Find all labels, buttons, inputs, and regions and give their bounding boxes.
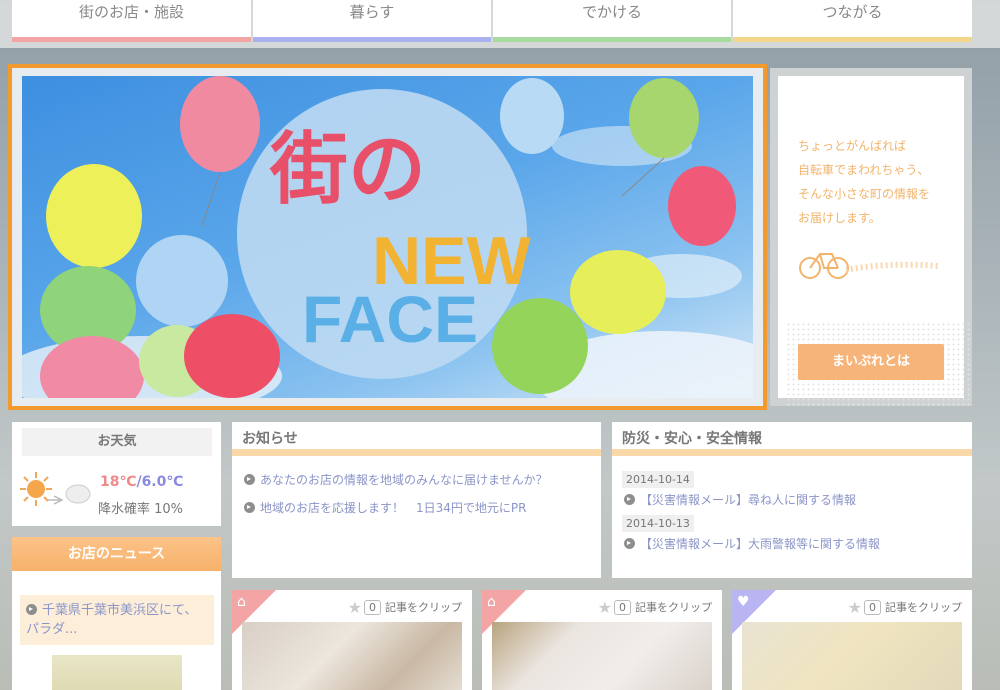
balloon-blue-top (500, 78, 564, 154)
entry-date: 2014-10-13 (622, 515, 694, 532)
clip-control[interactable]: ★ 0 記事をクリップ (848, 598, 962, 617)
notice-title: お知らせ (232, 422, 601, 456)
arrow-bullet-icon (624, 494, 635, 505)
weather-panel: お天気 18℃/6.0℃ 降水確率 10% (12, 422, 221, 526)
clip-control[interactable]: ★ 0 記事をクリップ (598, 598, 712, 617)
clip-label[interactable]: 記事をクリップ (885, 601, 962, 614)
bicycle-icon (799, 253, 938, 279)
hero-image[interactable]: 街の NEW FACE (22, 76, 753, 398)
tab-living[interactable]: 暮らす (253, 0, 491, 42)
balloon-red-bottom (184, 314, 280, 398)
shop-news-item[interactable]: 千葉県千葉市美浜区にて、パラダ... (20, 595, 214, 645)
star-icon[interactable]: ★ (598, 598, 612, 617)
balloon-pink-right (668, 166, 736, 246)
arrow-bullet-icon (244, 502, 255, 513)
clip-label[interactable]: 記事をクリップ (385, 601, 462, 614)
article-image[interactable] (242, 622, 462, 690)
rain-probability: 降水確率 10% (98, 502, 184, 517)
temp-low: 6.0℃ (141, 474, 184, 490)
hero-title-kanji: 街の (269, 125, 426, 215)
list-item[interactable]: 地域のお店を応援します！ 1日34円で地元にPR (244, 494, 589, 522)
safety-title: 防災・安心・安全情報 (612, 422, 972, 456)
balloon-blue-left (136, 235, 228, 327)
safety-info-panel: 防災・安心・安全情報 2014-10-14 【災害情報メール】尋ね人に関する情報… (612, 422, 972, 578)
entry-date: 2014-10-14 (622, 471, 694, 488)
shop-news-thumbnail[interactable] (52, 655, 182, 690)
clip-label[interactable]: 記事をクリップ (635, 601, 712, 614)
arrow-bullet-icon (244, 474, 255, 485)
house-icon: ⌂ (487, 594, 496, 610)
sunny-cloudy-icon (20, 472, 91, 506)
star-icon[interactable]: ★ (348, 598, 362, 617)
arrow-bullet-icon (624, 538, 635, 549)
clip-count: 0 (864, 600, 881, 615)
weather-title: お天気 (22, 428, 212, 456)
shop-news-title: お店のニュース (12, 537, 221, 571)
tab-shops-facilities[interactable]: 街のお店・施設 (12, 0, 251, 42)
hero-banner[interactable]: 街の NEW FACE (8, 64, 767, 410)
heart-icon: ♥ (737, 594, 750, 610)
article-card[interactable]: ⌂ ★ 0 記事をクリップ (232, 590, 472, 690)
balloon-green-bottom-right (492, 298, 588, 394)
article-card[interactable]: ♥ ★ 0 記事をクリップ (732, 590, 972, 690)
temperature: 18℃/6.0℃ (100, 474, 184, 490)
article-image[interactable] (742, 622, 962, 690)
list-item[interactable]: 【災害情報メール】大雨警報等に関する情報 (612, 532, 972, 556)
arrow-bullet-icon (26, 604, 37, 615)
clip-count: 0 (364, 600, 381, 615)
intro-text: ちょっとがんばれば 自転車でまわれちゃう、 そんな小さな町の情報を お届けします… (798, 139, 931, 225)
tab-connect[interactable]: つながる (733, 0, 972, 42)
clip-control[interactable]: ★ 0 記事をクリップ (348, 598, 462, 617)
shop-news-panel: お店のニュース 千葉県千葉市美浜区にて、パラダ... (12, 537, 221, 690)
balloon-yellow-right (570, 250, 666, 334)
article-card[interactable]: ⌂ ★ 0 記事をクリップ (482, 590, 722, 690)
clip-count: 0 (614, 600, 631, 615)
article-image[interactable] (492, 622, 712, 690)
list-item[interactable]: あなたのお店の情報を地域のみんなに届けませんか？ (244, 466, 589, 494)
temp-high: 18℃ (100, 474, 137, 490)
star-icon[interactable]: ★ (848, 598, 862, 617)
list-item[interactable]: 【災害情報メール】尋ね人に関する情報 (612, 488, 972, 512)
site-intro-panel: ちょっとがんばれば 自転車でまわれちゃう、 そんな小さな町の情報を お届けします… (770, 68, 972, 406)
balloon-yellow-left (46, 164, 142, 268)
about-maipure-button[interactable]: まいぷれとは (798, 344, 944, 380)
house-icon: ⌂ (237, 594, 246, 610)
top-navigation: 街のお店・施設 暮らす でかける つながる (0, 0, 1000, 48)
hero-title-face: FACE (302, 282, 478, 356)
notice-panel: お知らせ あなたのお店の情報を地域のみんなに届けませんか？ 地域のお店を応援しま… (232, 422, 601, 578)
tab-going-out[interactable]: でかける (493, 0, 731, 42)
